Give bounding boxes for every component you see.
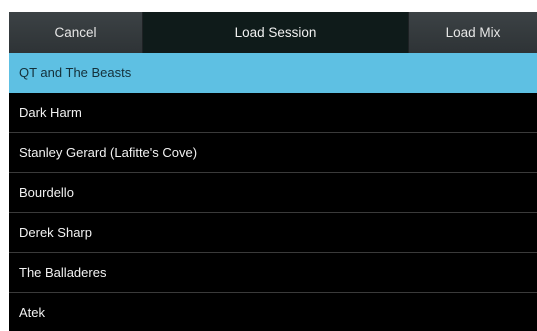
session-item[interactable]: The Balladeres — [9, 253, 537, 293]
session-item-selected[interactable]: QT and The Beasts — [9, 53, 537, 93]
cancel-button[interactable]: Cancel — [9, 12, 143, 53]
load-session-dialog: Cancel Load Session Load Mix QT and The … — [9, 12, 537, 331]
dialog-header: Cancel Load Session Load Mix — [9, 12, 537, 53]
dialog-title: Load Session — [143, 12, 408, 53]
session-list: QT and The Beasts Dark Harm Stanley Gera… — [9, 53, 537, 331]
session-item[interactable]: Dark Harm — [9, 93, 537, 133]
session-item[interactable]: Atek — [9, 293, 537, 331]
session-item[interactable]: Stanley Gerard (Lafitte's Cove) — [9, 133, 537, 173]
session-item[interactable]: Derek Sharp — [9, 213, 537, 253]
session-item[interactable]: Bourdello — [9, 173, 537, 213]
load-mix-button[interactable]: Load Mix — [408, 12, 537, 53]
